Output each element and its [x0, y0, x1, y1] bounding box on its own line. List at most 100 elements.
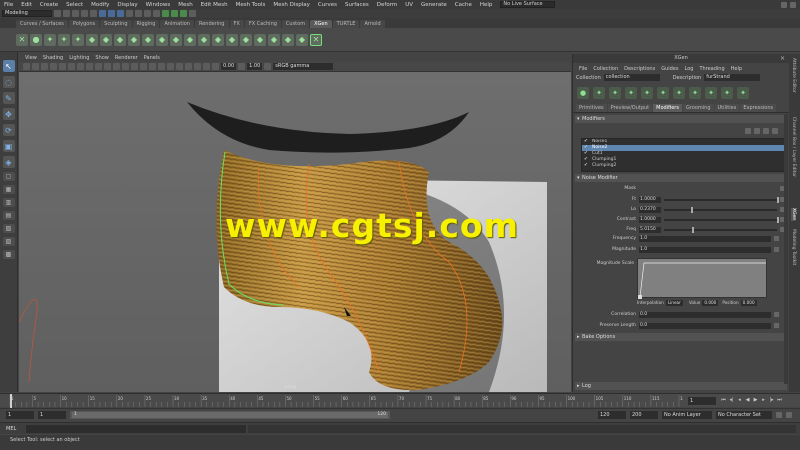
menu-cache[interactable]: Cache	[451, 2, 476, 8]
groom-length-icon[interactable]: ◆	[282, 33, 294, 46]
ambient-occlusion-icon[interactable]	[167, 63, 174, 70]
xgen-menu-threading[interactable]: Threading	[696, 66, 727, 72]
shelf-tab-curves-surfaces[interactable]: Curves / Surfaces	[16, 20, 68, 28]
clear-preview-icon[interactable]: ◆	[198, 33, 210, 46]
viewport-menu-lighting[interactable]: Lighting	[66, 55, 92, 61]
param-slider-handle[interactable]	[692, 226, 695, 233]
param-slider[interactable]	[664, 216, 779, 223]
menu-create[interactable]: Create	[36, 2, 62, 8]
menu-windows[interactable]: Windows	[142, 2, 175, 8]
gamma-icon[interactable]	[238, 63, 246, 70]
viewport-menu-shading[interactable]: Shading	[40, 55, 66, 61]
go-to-end-icon[interactable]: ⏭	[776, 397, 783, 404]
preserve-length-expr-icon[interactable]	[774, 323, 779, 328]
select-object-icon[interactable]	[108, 10, 115, 17]
xgen-menu-descriptions[interactable]: Descriptions	[621, 66, 658, 72]
exposure-icon[interactable]	[212, 63, 219, 70]
graph-layout-icon[interactable]: ▨	[2, 237, 15, 246]
add-guide-icon[interactable]: ✦	[593, 87, 605, 99]
region-map-icon[interactable]: ◆	[212, 33, 224, 46]
menu-set-dropdown[interactable]: Modeling	[2, 10, 52, 17]
param-field[interactable]: 0.2370	[639, 206, 661, 213]
time-slider[interactable]: 1 5 10 15 20 25 30 35 40 45 50 55 60 65 70 75 80 85 90 95 10…	[0, 393, 800, 408]
xgen-editor-icon[interactable]: ✕	[16, 33, 28, 46]
shelf-tab-sculpting[interactable]: Sculpting	[100, 20, 132, 28]
image-plane-icon[interactable]	[50, 63, 57, 70]
shelf-tab-custom[interactable]: Custom	[281, 20, 310, 28]
side-tab-channel-box-layer-editor[interactable]: Channel Box / Layer Editor	[791, 117, 796, 177]
play-back-icon[interactable]: ◀	[744, 397, 751, 404]
user-icon[interactable]	[790, 1, 796, 8]
render-icon[interactable]: ✦	[721, 87, 733, 99]
mel-label[interactable]: MEL	[6, 426, 26, 432]
new-scene-icon[interactable]	[54, 10, 61, 17]
xgen-menu-log[interactable]: Log	[682, 66, 697, 72]
normalize-guides-icon[interactable]: ◆	[156, 33, 168, 46]
menu-display[interactable]: Display	[113, 2, 141, 8]
viewport-menu-view[interactable]: View	[22, 55, 40, 61]
field-chart-icon[interactable]	[95, 63, 102, 70]
four-pane-layout-icon[interactable]: ▦	[2, 185, 15, 194]
playback-end-field[interactable]: 120	[598, 411, 626, 419]
preview-icon[interactable]: ✦	[673, 87, 685, 99]
select-tool-icon[interactable]: ↖	[2, 60, 15, 72]
side-tab-xgen[interactable]: XGen	[791, 208, 796, 221]
shelf-tab-animation[interactable]: Animation	[160, 20, 194, 28]
param-field[interactable]: 5.0150	[639, 226, 661, 233]
density-map-icon[interactable]: ◆	[226, 33, 238, 46]
frequency-field[interactable]: 1.0	[639, 235, 771, 242]
step-back-key-icon[interactable]: ◂|	[728, 397, 735, 404]
workspace-icon[interactable]	[781, 1, 787, 8]
film-gate-icon[interactable]	[68, 63, 75, 70]
xgen-scrollbar[interactable]	[784, 114, 788, 384]
camera-attributes-icon[interactable]	[32, 63, 39, 70]
shelf-tab-rendering[interactable]: Rendering	[194, 20, 229, 28]
xgen-tab-preview-output[interactable]: Preview/Output	[607, 104, 653, 112]
anim-layer-dropdown[interactable]: No Anim Layer	[662, 411, 712, 419]
noise-modifier-header[interactable]: Noise Modifier	[575, 174, 787, 182]
snap-view-icon[interactable]	[153, 10, 160, 17]
xgen-menu-collection[interactable]: Collection	[590, 66, 621, 72]
snap-grid-icon[interactable]	[126, 10, 133, 17]
single-pane-layout-icon[interactable]: ▢	[2, 172, 15, 181]
close-icon[interactable]: ×	[780, 55, 785, 62]
range-slider-handle[interactable]	[72, 412, 388, 418]
menu-surfaces[interactable]: Surfaces	[341, 2, 373, 8]
param-field[interactable]: 1.0000	[639, 196, 661, 203]
position-field[interactable]: 0.000	[740, 299, 757, 306]
guide-length-icon[interactable]: ◆	[100, 33, 112, 46]
xgen-menu-guides[interactable]: Guides	[658, 66, 681, 72]
antialiasing-icon[interactable]	[176, 63, 183, 70]
textured-icon[interactable]	[140, 63, 147, 70]
log-header[interactable]: Log	[575, 382, 787, 390]
side-tab-attribute-editor[interactable]: Attribute Editor	[791, 58, 796, 93]
render-layout-icon[interactable]: ▩	[2, 250, 15, 259]
move-tool-icon[interactable]: ✥	[2, 108, 15, 120]
range-slider[interactable]: 1 120	[70, 411, 390, 419]
render-view-icon[interactable]	[162, 10, 169, 17]
menu-curves[interactable]: Curves	[314, 2, 341, 8]
view-transform-dropdown[interactable]: sRGB gamma	[273, 63, 334, 70]
side-by-side-layout-icon[interactable]: ▥	[2, 198, 15, 207]
open-scene-icon[interactable]	[63, 10, 70, 17]
delete-modifier-icon[interactable]	[772, 128, 778, 134]
menu-uv[interactable]: UV	[401, 2, 417, 8]
step-forward-icon[interactable]: ▸	[760, 397, 767, 404]
menu-mesh[interactable]: Mesh	[174, 2, 196, 8]
snap-curve-icon[interactable]	[135, 10, 142, 17]
render-frame-icon[interactable]	[171, 10, 178, 17]
magnitude-field[interactable]: 1.0	[639, 246, 771, 253]
redo-icon[interactable]	[90, 10, 97, 17]
shelf-tab-polygons[interactable]: Polygons	[68, 20, 100, 28]
shelf-tab-arnold[interactable]: Arnold	[360, 20, 385, 28]
undo-icon[interactable]	[81, 10, 88, 17]
select-guide-icon[interactable]: ✦	[609, 87, 621, 99]
step-forward-key-icon[interactable]: |▸	[768, 397, 775, 404]
sculpt-guides-icon[interactable]: ✦	[72, 33, 84, 46]
xgen-menu-file[interactable]: File	[576, 66, 590, 72]
xray-joints-icon[interactable]	[203, 63, 210, 70]
settings-icon[interactable]: ✦	[737, 87, 749, 99]
description-dropdown[interactable]: furStrand	[704, 74, 761, 81]
xgen-tab-modifiers[interactable]: Modifiers	[653, 104, 682, 112]
rebuild-guides-icon[interactable]: ◆	[142, 33, 154, 46]
